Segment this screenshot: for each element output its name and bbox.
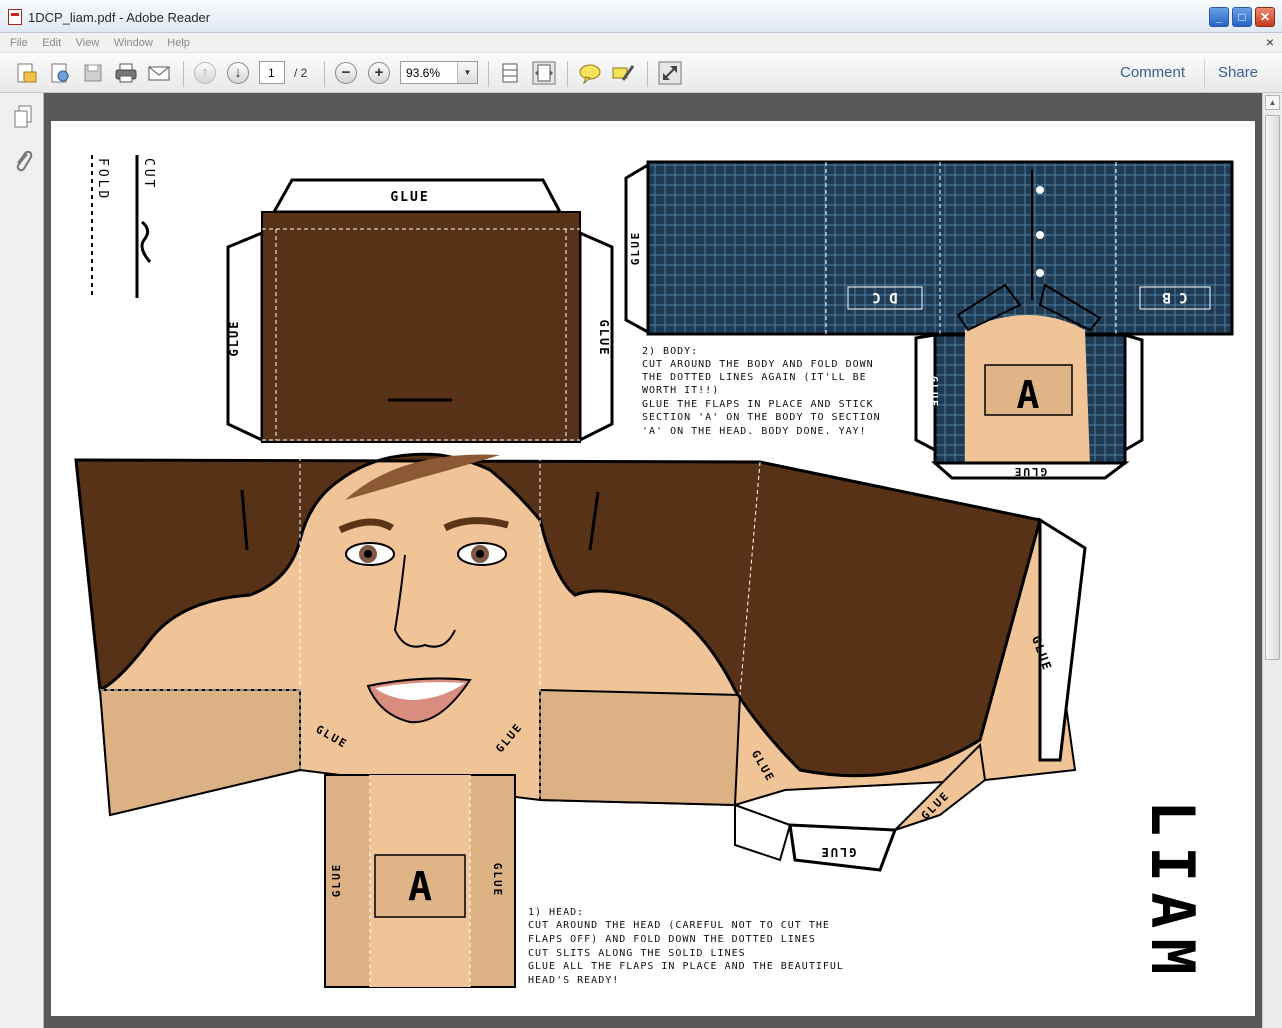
toolbar-separator — [567, 61, 568, 87]
menu-edit[interactable]: Edit — [42, 37, 61, 49]
attachments-paperclip-icon[interactable] — [13, 149, 33, 173]
toolbar: ↑ ↓ 1 / 2 − + 93.6% ▼ Comment Share — [0, 53, 1282, 93]
instruction-line: 'A' ON THE HEAD. BODY DONE. YAY! — [642, 426, 867, 437]
highlight-text-icon[interactable] — [611, 61, 635, 85]
page-total: / 2 — [294, 66, 308, 80]
menu-window[interactable]: Window — [114, 37, 153, 49]
glue-label: GLUE — [1013, 465, 1048, 478]
instruction-line: SECTION 'A' ON THE BODY TO SECTION — [642, 412, 881, 423]
minimize-button[interactable]: _ — [1209, 7, 1229, 27]
close-document-button[interactable]: × — [1266, 34, 1274, 50]
zoom-level-select[interactable]: 93.6% ▼ — [400, 61, 478, 84]
pages-panel-icon[interactable] — [13, 105, 33, 129]
fit-width-icon[interactable] — [532, 61, 556, 85]
glue-label: GLUE — [928, 376, 939, 408]
cut-fold-legend: CUT FOLD — [91, 155, 156, 298]
head-top-panel: GLUE GLUE GLUE — [226, 178, 614, 443]
glue-label: GLUE — [227, 320, 241, 357]
instruction-line: HEAD'S READY! — [528, 975, 619, 986]
create-pdf-icon[interactable] — [14, 61, 38, 85]
window-title: 1DCP_liam.pdf - Adobe Reader — [28, 10, 211, 25]
close-button[interactable]: ✕ — [1255, 7, 1275, 27]
section-a-marker: A — [408, 864, 432, 910]
print-icon[interactable] — [114, 61, 138, 85]
fit-page-icon[interactable] — [498, 61, 522, 85]
toolbar-separator — [183, 61, 184, 87]
comment-button[interactable]: Comment — [1120, 64, 1185, 81]
body-instructions: 2) BODY: CUT AROUND THE BODY AND FOLD DO… — [642, 346, 881, 437]
scrollbar-thumb[interactable] — [1265, 115, 1280, 660]
instruction-line: 1) HEAD: — [528, 907, 584, 918]
glue-label: GLUE — [491, 863, 504, 898]
pdf-app-icon — [8, 9, 22, 25]
instruction-line: 2) BODY: — [642, 346, 698, 357]
shirt-tag: C B — [1162, 289, 1187, 305]
maximize-button[interactable]: □ — [1232, 7, 1252, 27]
next-page-icon[interactable]: ↓ — [226, 61, 250, 85]
section-a-marker: A — [1017, 373, 1040, 417]
comment-bubble-icon[interactable] — [578, 61, 602, 85]
zoom-level-value: 93.6% — [406, 66, 441, 80]
zoom-in-icon[interactable]: + — [367, 61, 391, 85]
page-number-input[interactable]: 1 — [259, 61, 285, 84]
menu-bar: File Edit View Window Help × — [0, 33, 1282, 53]
instruction-line: THE DOTTED LINES AGAIN (IT'LL BE — [642, 372, 867, 383]
edit-pdf-icon[interactable] — [48, 61, 72, 85]
glue-label: GLUE — [390, 190, 429, 205]
title-bar: 1DCP_liam.pdf - Adobe Reader _ □ ✕ — [0, 0, 1282, 33]
save-icon[interactable] — [81, 61, 105, 85]
glue-label: GLUE — [330, 863, 343, 898]
instruction-line: CUT AROUND THE HEAD (CAREFUL NOT TO CUT … — [528, 920, 830, 931]
vertical-scrollbar[interactable]: ▲ — [1262, 93, 1282, 1028]
previous-page-icon[interactable]: ↑ — [193, 61, 217, 85]
toolbar-separator — [647, 61, 648, 87]
instruction-line: GLUE THE FLAPS IN PLACE AND STICK — [642, 399, 874, 410]
instruction-line: CUT AROUND THE BODY AND FOLD DOWN — [642, 359, 874, 370]
menu-help[interactable]: Help — [167, 37, 190, 49]
glue-label: GLUE — [597, 320, 611, 357]
scroll-up-arrow-icon[interactable]: ▲ — [1265, 95, 1280, 110]
navigation-pane — [0, 93, 44, 1028]
glue-label: GLUE — [629, 231, 642, 266]
glue-label: GLUE — [1125, 376, 1136, 408]
zoom-out-icon[interactable]: − — [334, 61, 358, 85]
share-button[interactable]: Share — [1218, 64, 1258, 81]
fold-label: FOLD — [95, 158, 110, 201]
glue-label: GLUE — [820, 845, 857, 859]
pdf-page: CUT FOLD GLUE GLUE GLUE GLUE GLUE GLUE G… — [51, 121, 1255, 1016]
toolbar-separator — [488, 61, 489, 87]
email-icon[interactable] — [147, 61, 171, 85]
menu-file[interactable]: File — [10, 37, 28, 49]
chevron-down-icon[interactable]: ▼ — [457, 62, 477, 83]
instruction-line: GLUE ALL THE FLAPS IN PLACE AND THE BEAU… — [528, 961, 844, 972]
character-name: LIAM — [1137, 800, 1207, 985]
instruction-line: CUT SLITS ALONG THE SOLID LINES — [528, 948, 746, 959]
shirt-tag: D C — [872, 289, 897, 305]
instruction-line: WORTH IT!!) — [642, 385, 719, 396]
toolbar-separator — [1204, 59, 1205, 89]
menu-view[interactable]: View — [76, 37, 100, 49]
toolbar-separator — [324, 61, 325, 87]
head-instructions: 1) HEAD: CUT AROUND THE HEAD (CAREFUL NO… — [528, 907, 844, 986]
instruction-line: FLAPS OFF) AND FOLD DOWN THE DOTTED LINE… — [528, 934, 816, 945]
full-screen-icon[interactable] — [658, 61, 682, 85]
cut-label: CUT — [141, 158, 156, 190]
